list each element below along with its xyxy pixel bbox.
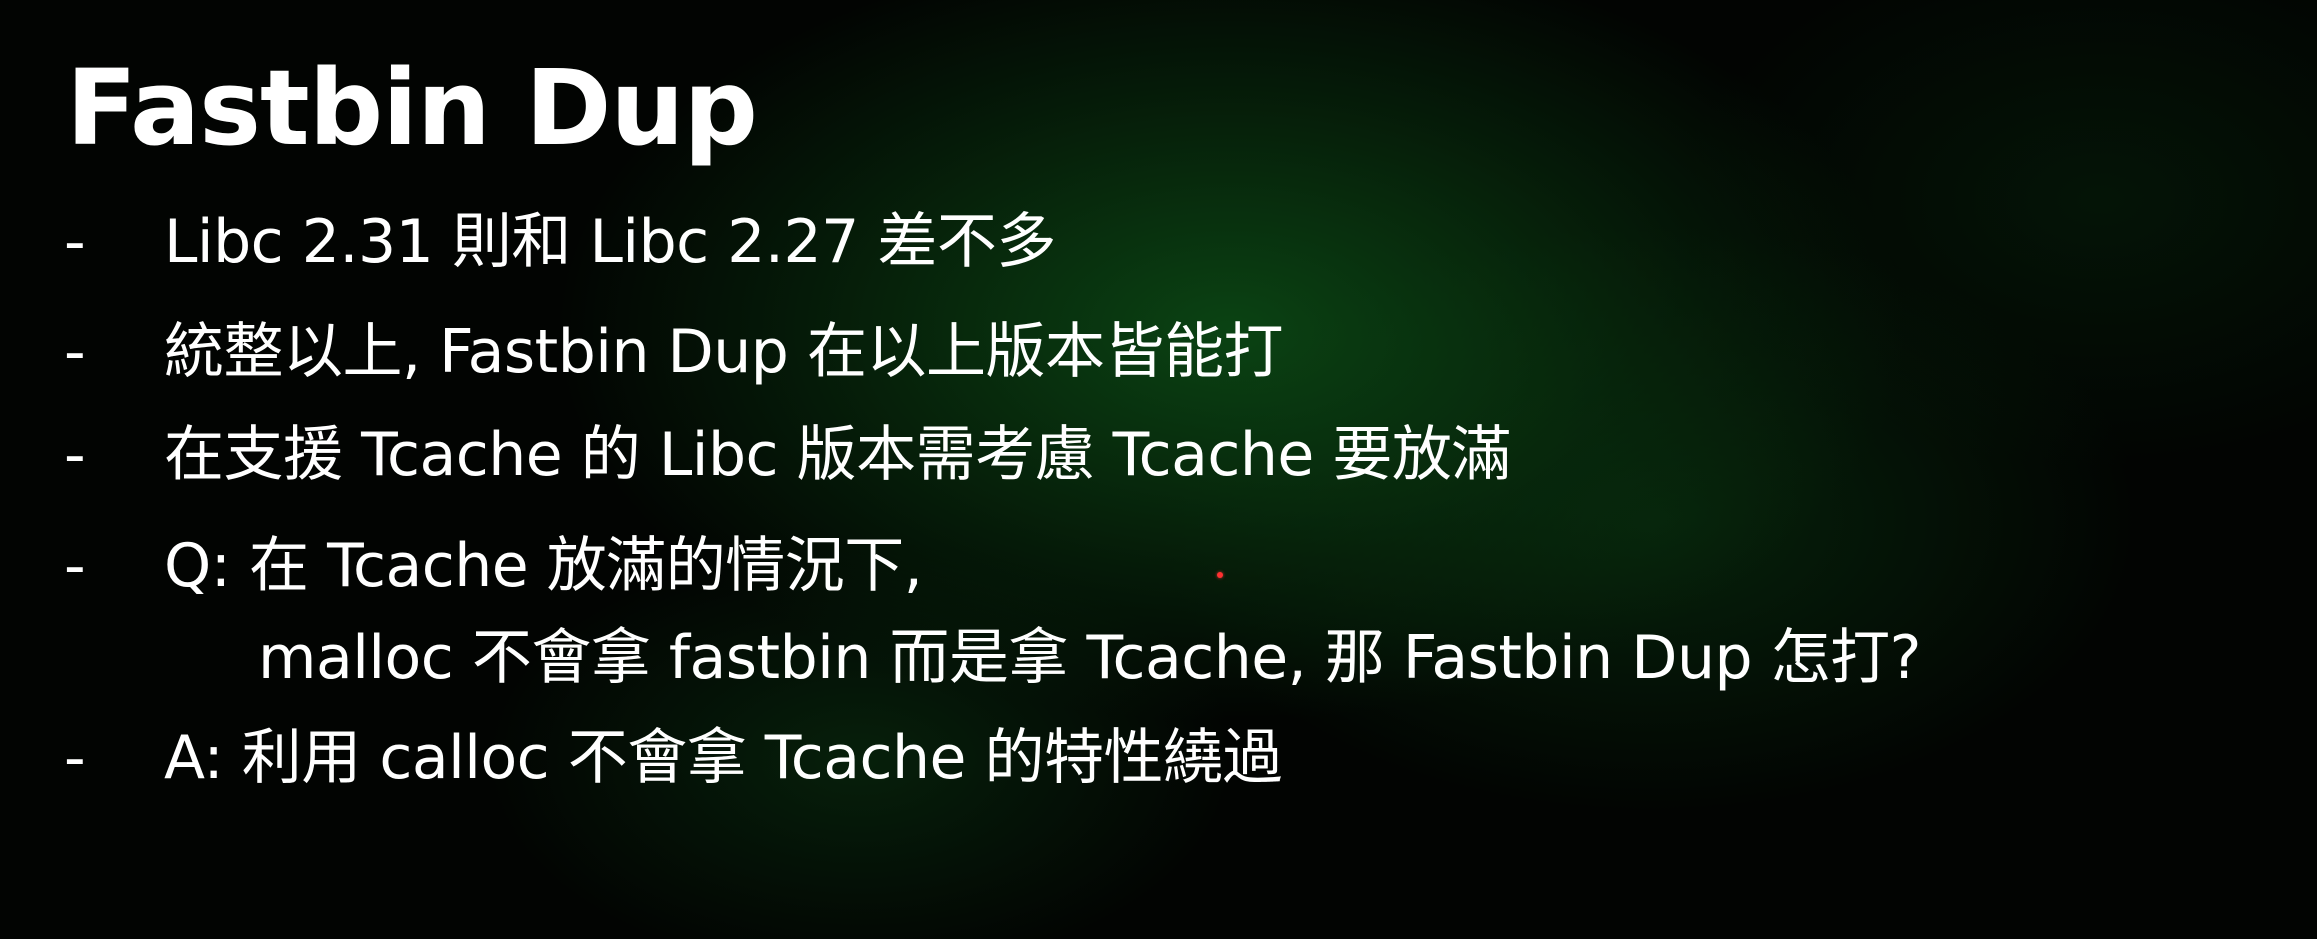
slide: Fastbin Dup - Libc 2.31 則和 Libc 2.27 差不多… — [0, 0, 2317, 939]
bullet-continuation-text: malloc 不會拿 fastbin 而是拿 Tcache, 那 Fastbin… — [258, 623, 1922, 693]
bullet-marker: - — [64, 420, 86, 490]
bullet-list: - Libc 2.31 則和 Libc 2.27 差不多 - 統整以上, Fas… — [0, 0, 2317, 939]
bullet-marker: - — [64, 207, 86, 277]
bullet-text: 統整以上, Fastbin Dup 在以上版本皆能打 — [164, 317, 1283, 387]
bullet-text: 在支援 Tcache 的 Libc 版本需考慮 Tcache 要放滿 — [164, 420, 1511, 490]
bullet-text: A: 利用 calloc 不會拿 Tcache 的特性繞過 — [164, 723, 1283, 793]
bullet-marker: - — [64, 723, 86, 793]
bullet-marker: - — [64, 317, 86, 387]
bullet-marker: - — [64, 531, 86, 601]
bullet-text: Libc 2.31 則和 Libc 2.27 差不多 — [164, 207, 1056, 277]
bullet-text: Q: 在 Tcache 放滿的情況下, — [164, 531, 923, 601]
laser-pointer-dot — [1217, 572, 1223, 578]
